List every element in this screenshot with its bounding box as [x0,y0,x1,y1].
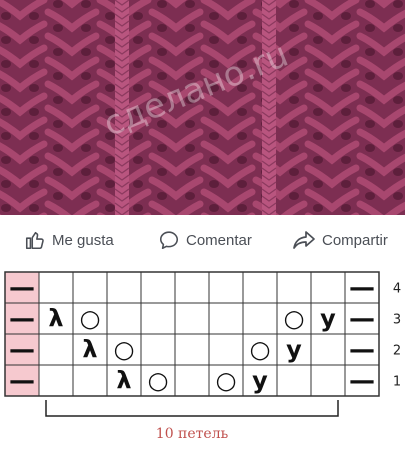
chart-symbol-k2tog-left: λ [116,367,131,395]
chart-cell [106,271,142,304]
chart-symbol-k2tog-right: y [252,367,268,395]
chart-symbol-purl-edge: — [9,366,35,396]
chart-symbol-yarn-over: ○ [216,367,237,395]
chart-cell [174,364,210,397]
chart-symbol-purl-edge: — [349,273,375,303]
chart-cell [208,333,244,366]
knitted-fabric-photo: сделано.ru [0,0,405,215]
share-arrow-icon [293,231,315,249]
like-button[interactable]: Me gusta [24,229,114,251]
chart-cell [140,302,176,335]
post-action-bar: Me gusta Comentar Compartir [0,215,405,265]
chart-cell [208,271,244,304]
chart-symbol-purl-edge: — [349,304,375,334]
row-number: 2 [393,344,401,359]
comment-button[interactable]: Comentar [158,229,252,251]
chart-symbol-k2tog-right: y [320,305,336,333]
chart-symbol-purl-edge: — [349,366,375,396]
chart-grid: — —— λ ○ ○ y —— λ ○ ○ y —— λ ○ ○ y —432110 петель [4,271,401,442]
row-number: 1 [393,375,401,390]
like-label: Me gusta [52,231,114,249]
chart-symbol-purl-edge: — [9,335,35,365]
share-label: Compartir [322,231,388,249]
chart-cell [310,364,346,397]
chart-symbol-purl-edge: — [349,335,375,365]
share-button[interactable]: Compartir [292,229,388,251]
repeat-label: 10 петель [156,426,229,442]
knitting-pattern-chart: — — — λ ○ ○ y — — λ ○ ○ y — — λ ○ ○ y —4 3 2 1 10 петель [0,265,405,450]
chart-cell [174,302,210,335]
comment-bubble-icon [159,231,179,250]
chart-cell [72,271,108,304]
lace-knit-pattern-image [0,0,405,215]
chart-cell [38,364,74,397]
chart-cell [174,271,210,304]
chart-symbol-k2tog-right: y [286,336,302,364]
row-number: 3 [393,313,401,328]
chart-cell [72,364,108,397]
chart-cell [242,302,278,335]
chart-cell [276,271,312,304]
chart-symbol-yarn-over: ○ [250,336,271,364]
chart-cell [38,271,74,304]
chart-symbol-yarn-over: ○ [148,367,169,395]
chart-symbol-purl-edge: — [9,273,35,303]
chart-cell [140,271,176,304]
chart-cell [242,271,278,304]
chart-cell [310,333,346,366]
chart-symbol-k2tog-left: λ [48,305,63,333]
chart-cell [310,271,346,304]
chart-cell [140,333,176,366]
chart-symbol-k2tog-left: λ [82,336,97,364]
chart-symbol-yarn-over: ○ [80,305,101,333]
thumbs-up-icon [25,231,44,250]
chart-cell [276,364,312,397]
row-number: 4 [393,282,401,297]
repeat-bracket [45,400,339,417]
chart-symbol-yarn-over: ○ [114,336,135,364]
chart-symbol-purl-edge: — [9,304,35,334]
chart-symbol-yarn-over: ○ [284,305,305,333]
comment-label: Comentar [186,231,252,249]
chart-cell [174,333,210,366]
chart-cell [106,302,142,335]
chart-cell [38,333,74,366]
chart-cell [208,302,244,335]
